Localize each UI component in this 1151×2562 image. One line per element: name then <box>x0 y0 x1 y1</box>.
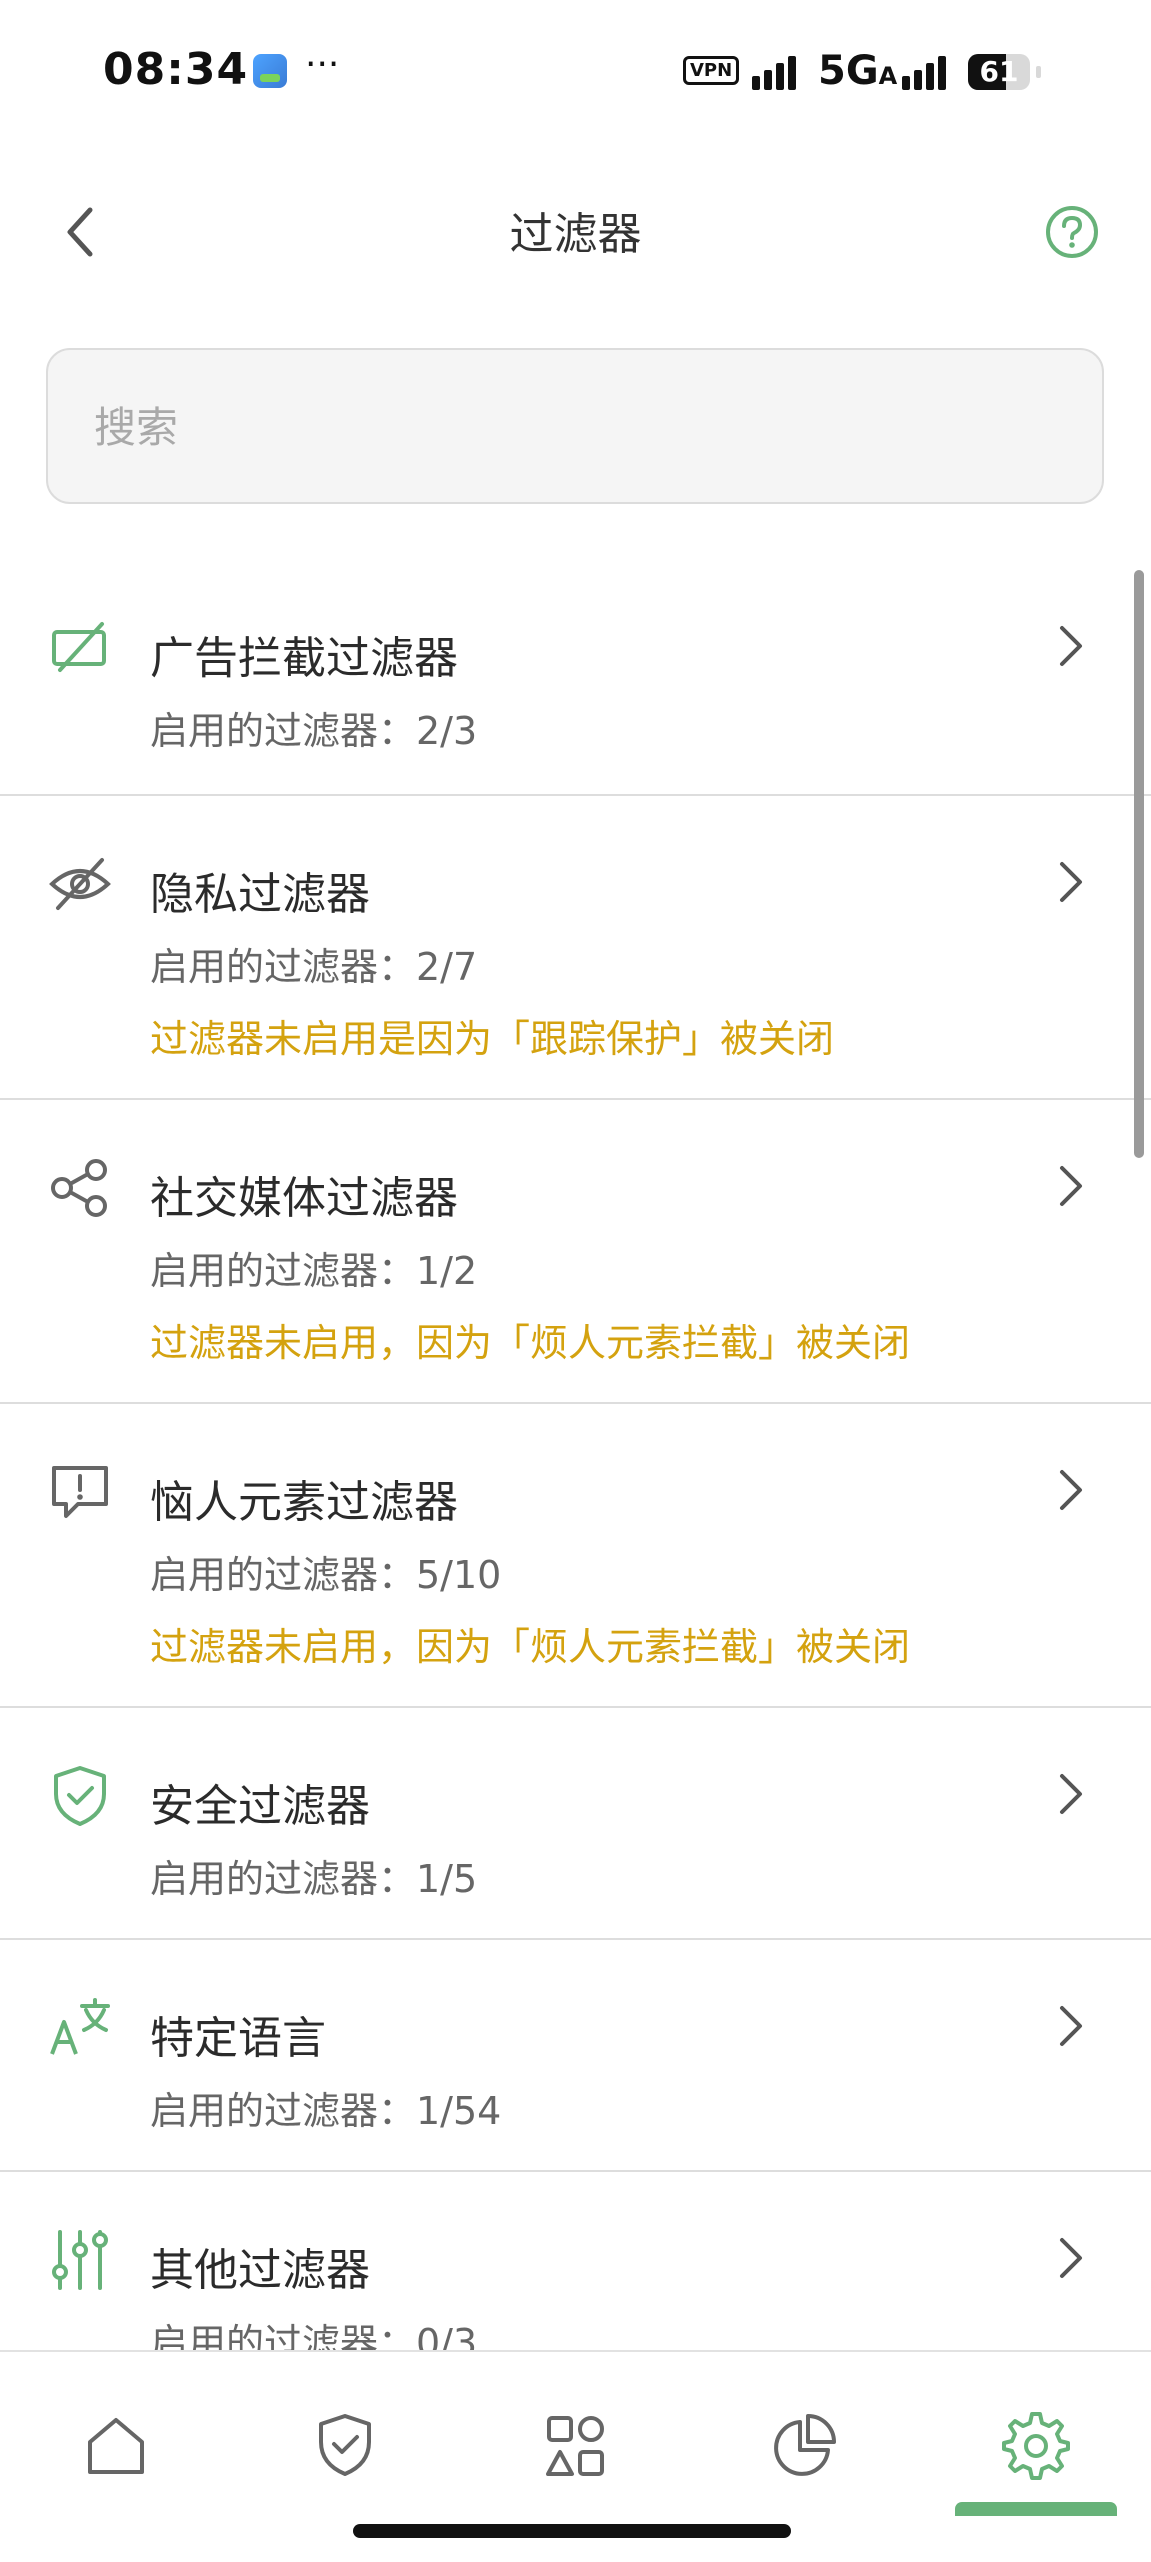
more-notifications-icon: ··· <box>305 44 340 85</box>
settings-icon <box>1002 2412 1070 2480</box>
status-bar: 08:34 ··· VPN 5GA 61 <box>0 0 1151 150</box>
battery-level: 61 <box>979 55 1019 88</box>
filter-title: 恼人元素过滤器 <box>150 1477 458 1528</box>
filter-subtitle: 启用的过滤器：1/5 <box>150 1857 478 1901</box>
filter-title: 隐私过滤器 <box>150 869 370 920</box>
filter-row-annoyances[interactable]: 恼人元素过滤器 启用的过滤器：5/10 过滤器未启用，因为「烦人元素拦截」被关闭 <box>0 1404 1151 1708</box>
ad-block-icon <box>48 616 112 680</box>
home-icon <box>88 2418 144 2474</box>
app-header: 过滤器 <box>0 150 1151 300</box>
chevron-right-icon <box>1050 1462 1090 1518</box>
page-title: 过滤器 <box>509 209 642 260</box>
filter-title: 其他过滤器 <box>150 2245 370 2296</box>
chevron-right-icon <box>1050 2230 1090 2286</box>
share-icon <box>48 1156 112 1220</box>
sliders-icon <box>48 2228 112 2292</box>
filter-subtitle: 启用的过滤器：2/7 <box>150 945 478 989</box>
shield-icon <box>319 2414 371 2476</box>
network-type: 5GA <box>818 48 898 94</box>
nav-protection-button[interactable] <box>305 2406 385 2486</box>
active-tab-indicator <box>955 2502 1117 2516</box>
chevron-right-icon <box>1050 1158 1090 1214</box>
filter-subtitle: 启用的过滤器：1/54 <box>150 2089 502 2133</box>
filter-subtitle: 启用的过滤器：5/10 <box>150 1553 502 1597</box>
filter-warning: 过滤器未启用，因为「烦人元素拦截」被关闭 <box>150 1625 911 1669</box>
battery-icon: 61 <box>968 54 1030 90</box>
home-indicator[interactable] <box>353 2524 791 2538</box>
nav-settings-button[interactable] <box>996 2406 1076 2486</box>
filter-warning: 过滤器未启用，因为「烦人元素拦截」被关闭 <box>150 1321 911 1365</box>
filter-list: 广告拦截过滤器 启用的过滤器：2/3 隐私过滤器 启用的过滤器：2/7 过滤器未… <box>0 560 1151 2404</box>
vpn-icon: VPN <box>683 56 740 85</box>
filter-row-social-media[interactable]: 社交媒体过滤器 启用的过滤器：1/2 过滤器未启用，因为「烦人元素拦截」被关闭 <box>0 1100 1151 1404</box>
translate-icon <box>48 1996 112 2060</box>
filter-subtitle: 启用的过滤器：1/2 <box>150 1249 478 1293</box>
filter-row-language[interactable]: 特定语言 启用的过滤器：1/54 <box>0 1940 1151 2172</box>
nav-home-button[interactable] <box>76 2406 156 2486</box>
battery-tip <box>1036 66 1041 78</box>
help-icon <box>1046 206 1098 258</box>
filter-warning: 过滤器未启用是因为「跟踪保护」被关闭 <box>150 1017 835 1061</box>
search-input[interactable] <box>92 350 1056 504</box>
apps-icon <box>546 2416 604 2476</box>
filter-title: 安全过滤器 <box>150 1781 370 1832</box>
alert-message-icon <box>48 1460 112 1524</box>
chevron-right-icon <box>1050 1766 1090 1822</box>
app-notification-icon <box>253 54 287 88</box>
stats-icon <box>774 2414 836 2476</box>
eye-off-icon <box>48 852 112 916</box>
shield-check-icon <box>48 1764 112 1828</box>
help-button[interactable] <box>1032 192 1112 272</box>
nav-stats-button[interactable] <box>764 2406 844 2486</box>
filter-title: 广告拦截过滤器 <box>150 633 458 684</box>
search-box[interactable] <box>46 348 1104 504</box>
signal-icon <box>752 56 804 90</box>
filter-row-ad-block[interactable]: 广告拦截过滤器 启用的过滤器：2/3 <box>0 560 1151 796</box>
filter-row-privacy[interactable]: 隐私过滤器 启用的过滤器：2/7 过滤器未启用是因为「跟踪保护」被关闭 <box>0 796 1151 1100</box>
scrollbar[interactable] <box>1134 570 1144 1158</box>
nav-apps-button[interactable] <box>535 2406 615 2486</box>
filter-title: 社交媒体过滤器 <box>150 1173 458 1224</box>
filter-row-security[interactable]: 安全过滤器 启用的过滤器：1/5 <box>0 1708 1151 1940</box>
filter-subtitle: 启用的过滤器：2/3 <box>150 709 478 753</box>
chevron-right-icon <box>1050 854 1090 910</box>
chevron-right-icon <box>1050 1998 1090 2054</box>
filter-title: 特定语言 <box>150 2013 326 2064</box>
chevron-right-icon <box>1050 618 1090 674</box>
status-time: 08:34 <box>103 44 249 95</box>
signal-icon-2 <box>902 56 954 90</box>
